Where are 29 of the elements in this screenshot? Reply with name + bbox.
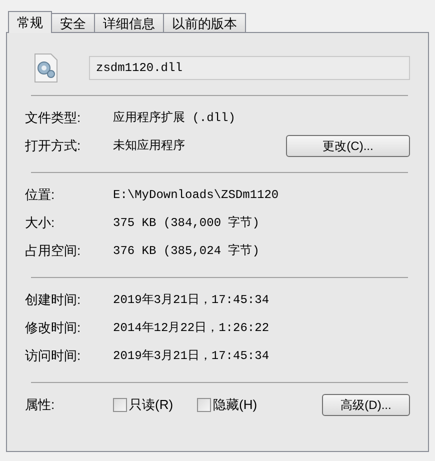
tab[interactable]: 常规 bbox=[8, 11, 52, 33]
field-value: 2019年3月21日，17:45:34 bbox=[113, 348, 270, 365]
field-label: 位置: bbox=[25, 186, 56, 204]
checkbox-label: 隐藏(H) bbox=[213, 396, 258, 414]
checkbox[interactable] bbox=[197, 398, 212, 412]
field-value: 2014年12月22日，1:26:22 bbox=[113, 320, 270, 337]
change-button[interactable]: 更改(C)... bbox=[286, 135, 410, 157]
field-label: 访问时间: bbox=[25, 347, 82, 366]
field-label: 大小: bbox=[25, 214, 56, 232]
checkbox-label: 只读(R) bbox=[129, 396, 174, 414]
field-value: 应用程序扩展 (.dll) bbox=[113, 110, 236, 127]
tab[interactable]: 以前的版本 bbox=[163, 13, 246, 32]
field-label: 占用空间: bbox=[25, 242, 82, 260]
field-label: 创建时间: bbox=[25, 291, 82, 310]
field-value: E:\MyDownloads\ZSDm1120 bbox=[113, 187, 280, 204]
tab[interactable]: 详细信息 bbox=[94, 13, 164, 32]
advanced-button[interactable]: 高级(D)... bbox=[322, 394, 410, 416]
file-name-field[interactable]: zsdm1120.dll bbox=[89, 56, 410, 80]
field-value: 2019年3月21日，17:45:34 bbox=[113, 292, 270, 309]
field-label: 文件类型: bbox=[25, 109, 82, 128]
field-value: 376 KB (385,024 字节) bbox=[113, 242, 260, 260]
field-label: 属性: bbox=[25, 396, 56, 414]
tab[interactable]: 安全 bbox=[51, 13, 95, 32]
field-value: 未知应用程序 bbox=[113, 138, 186, 155]
settings-file-icon bbox=[33, 53, 59, 83]
field-label: 打开方式: bbox=[25, 137, 82, 156]
checkbox[interactable] bbox=[113, 398, 127, 412]
field-value: 375 KB (384,000 字节) bbox=[113, 214, 260, 232]
field-label: 修改时间: bbox=[25, 319, 82, 338]
